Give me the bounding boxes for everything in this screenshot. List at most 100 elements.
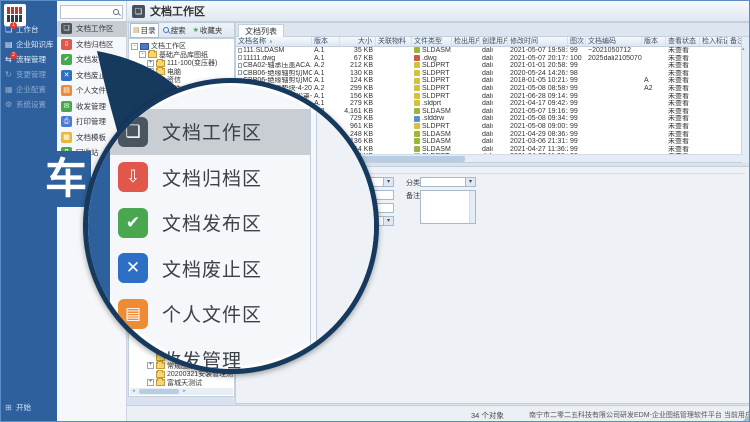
magnified-module-item: ✔ 文档发布区 [110,200,310,246]
col-doc-name[interactable]: 文档名称 [236,37,312,46]
category-combobox[interactable] [420,177,476,187]
expander-icon[interactable]: + [147,60,154,67]
cell-remark [728,138,730,146]
module-label: 文档废止区 [76,70,114,81]
col-version[interactable]: 版本 [312,37,340,46]
favorites-tab-button[interactable]: 收藏夹 [190,23,226,38]
cell-modified: 2021-05-07 20:17:55 [508,55,568,63]
scroll-left-icon[interactable]: ◂ [130,388,137,395]
notification-badge: 1 [10,22,17,29]
expander-icon[interactable]: - [139,51,146,58]
cell-version: A.1 [312,47,340,55]
doc-archive-icon: ⇩ [118,162,148,192]
cell-filetype: SLDASM [422,138,451,145]
scrollbar-thumb[interactable] [139,389,179,394]
cell-material [376,146,412,154]
col-checkout-user[interactable]: 检出用户 [452,37,480,46]
module-list-item[interactable]: ✕ 文档废止区 [57,68,127,84]
sidebar-nav-item[interactable]: ▦ 企业配置 [1,82,57,97]
cell-create-user: dali [480,85,508,93]
catalog-tab-button[interactable]: 目录 [130,23,159,38]
expander-icon[interactable]: + [147,77,154,84]
col-doc-code[interactable]: 文档编码 [586,37,642,46]
sidebar-nav-item[interactable]: ⚙ 系统设置 [1,97,57,112]
sidebar-nav-item[interactable]: ⇆ 2 流程管理 [1,52,57,67]
tree-node[interactable]: + 富城天测试 [129,379,234,388]
sidebar-nav-item[interactable]: ▤ 企业知识库 [1,37,57,52]
table-row[interactable]: CBR01-探阀道防尘罩-4-5612... A.1 156 KB SLDPRT… [236,93,743,101]
module-list-item[interactable]: ❏ 文档工作区 [57,21,127,37]
col-size[interactable]: 大小 [340,37,376,46]
tab-strip: 文档列表 [236,23,749,37]
cell-checkin-mark [700,115,728,123]
note-label: 备注 [406,191,420,201]
col-checkin-mark[interactable]: 检入标记 [700,37,728,46]
sidebar-nav-item[interactable]: ↻ 变更管理 [1,67,57,82]
cell-create-user: dali [480,138,508,146]
tree-node[interactable]: + 111-100(变压器) [129,59,234,68]
sidebar-nav-item[interactable]: ❏ 1 工作台 [1,22,57,37]
magnified-module-label: 收发管理 [162,346,242,373]
filetype-icon [414,70,420,76]
magnified-module-label: 个人文件区 [162,300,262,327]
cell-view-status: 未查看 [666,70,700,78]
table-row[interactable]: CBB06-绝缘轴剪切MCM×1.5.SL... A.1 124 KB SLDP… [236,77,743,85]
scroll-up-icon[interactable]: ▴ [742,46,745,52]
cell-version: A.1 [312,55,340,63]
folder-icon [156,60,165,67]
expander-icon[interactable]: + [147,68,154,75]
cell-filetype: SLDPRT [422,123,450,130]
start-button[interactable]: ⊞ 开始 [5,400,31,415]
cell-create-user: dali [480,93,508,101]
cell-version2 [642,108,666,116]
table-row[interactable]: CBB06-绝缘轴剪切MCM×1.5×1... A.1 130 KB SLDPR… [236,70,743,78]
col-material[interactable]: 关联物料 [376,37,412,46]
module-list-item[interactable]: ✔ 文档发布区 [57,52,127,68]
expander-icon[interactable]: + [147,379,154,386]
expander-icon[interactable]: + [147,85,154,92]
cell-view-status: 未查看 [666,77,700,85]
doc-obsolete-icon: ✕ [118,253,148,283]
filetype-icon [414,47,420,53]
col-create-user[interactable]: 创建用户 [480,37,508,46]
table-vertical-scrollbar[interactable]: ▴ [741,37,749,163]
col-version2[interactable]: 版本 [642,37,666,46]
tree-node[interactable]: + 电脑 [129,68,234,77]
cell-material [376,47,412,55]
note-textarea[interactable] [420,190,476,224]
cell-version2 [642,70,666,78]
tree-horizontal-scrollbar[interactable]: ◂ ▸ [130,388,233,395]
cell-sheet: 98 [568,70,586,78]
resize-grip-icon[interactable] [743,413,749,422]
table-row[interactable]: CBA02-轴承压盖ACA.SLDPRT A.2 212 KB SLDPRT d… [236,62,743,70]
scroll-right-icon[interactable]: ▸ [181,388,188,395]
expander-icon[interactable]: - [131,43,138,50]
col-modified[interactable]: 修改时间 [508,37,568,46]
cell-checkout-user [452,138,480,146]
cell-checkin-mark [700,85,728,93]
filetype-icon [414,93,420,99]
module-label: 文档工作区 [76,23,114,34]
module-search-box[interactable] [60,5,123,19]
cell-view-status: 未查看 [666,131,700,139]
sidebar-nav: ❏ 1 工作台 ▤ 企业知识库 ⇆ 2 流程管理 ↻ [1,22,57,112]
table-row[interactable]: 111.SLDASM A.1 35 KB SLDASM dali 2021-05… [236,47,743,55]
search-tab-button[interactable]: 搜索 [160,23,189,38]
module-list-item[interactable]: ⇩ 文档归档区 [57,37,127,53]
cell-doc-code [586,108,642,116]
col-sheet[interactable]: 图次 [568,37,586,46]
cell-doc-code [586,70,642,78]
table-row[interactable]: CBK14-绝缘垫块-4-2008(02... A.2 299 KB SLDPR… [236,85,743,93]
col-view-status[interactable]: 查看状态 [666,37,700,46]
filetype-icon [414,138,420,144]
table-row[interactable]: 11111.dwg A.1 67 KB .dwg dali 2021-05-07… [236,55,743,63]
cell-checkout-user [452,123,480,131]
col-filetype[interactable]: 文件类型 [412,37,452,46]
watermark-character: 车 [41,151,91,207]
tab-document-list[interactable]: 文档列表 [238,24,284,37]
module-search-input[interactable] [62,7,112,17]
search-icon[interactable] [113,9,119,15]
note-scrollbar[interactable] [469,191,475,223]
category-label: 分类 [406,178,420,188]
module-label: 文档归档区 [76,39,114,50]
